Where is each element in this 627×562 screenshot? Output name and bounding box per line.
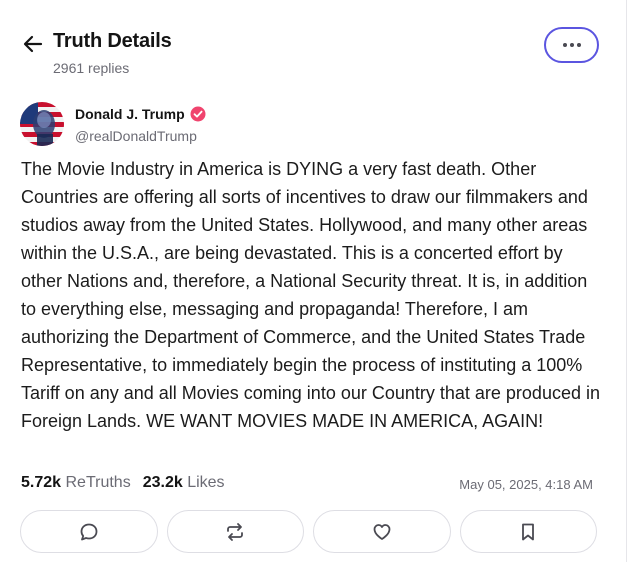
post-timestamp: May 05, 2025, 4:18 AM: [459, 477, 593, 492]
retruth-button[interactable]: [166, 510, 304, 553]
bookmark-icon: [522, 523, 535, 540]
author-name[interactable]: Donald J. Trump: [75, 106, 185, 122]
author-handle[interactable]: @realDonaldTrump: [75, 128, 197, 144]
retruths-count: 5.72k: [21, 474, 62, 491]
reply-button[interactable]: [20, 510, 158, 553]
post-stats: 5.72k ReTruths 23.2k Likes: [21, 474, 225, 492]
likes-stat[interactable]: 23.2k Likes: [143, 474, 225, 492]
likes-count: 23.2k: [142, 474, 183, 491]
page-title: Truth Details: [53, 30, 172, 52]
reply-bubble-icon: [80, 523, 98, 540]
more-horizontal-icon: [562, 43, 581, 47]
more-options-button[interactable]: [544, 27, 599, 63]
back-button[interactable]: [20, 32, 46, 56]
heart-icon: [373, 523, 391, 540]
author-name-row[interactable]: Donald J. Trump: [75, 106, 206, 122]
bookmark-button[interactable]: [459, 510, 597, 553]
repost-arrows-icon: [227, 522, 244, 541]
likes-label: Likes: [187, 474, 225, 491]
verified-badge-icon: [190, 106, 206, 122]
truth-details-panel: Truth Details 2961 replies Donald J. Tru…: [0, 0, 627, 562]
retruths-label: ReTruths: [65, 474, 131, 491]
post-body: The Movie Industry in America is DYING a…: [21, 159, 600, 431]
reply-count: 2961 replies: [53, 60, 130, 76]
retruths-stat[interactable]: 5.72k ReTruths: [21, 474, 131, 492]
like-button[interactable]: [313, 510, 451, 553]
action-bar: [20, 510, 597, 553]
arrow-left-icon: [23, 35, 43, 53]
avatar[interactable]: [20, 102, 64, 146]
